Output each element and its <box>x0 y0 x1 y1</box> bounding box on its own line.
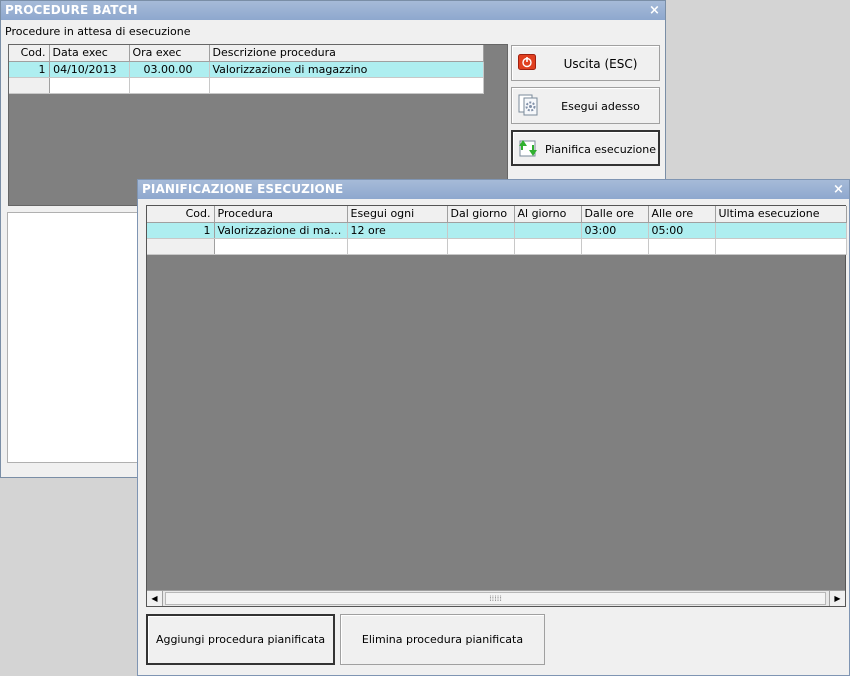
table-row-new[interactable] <box>9 77 484 94</box>
scroll-thumb[interactable]: ⁞⁞⁞⁞⁞ <box>165 592 826 605</box>
pianificazione-titlebar[interactable]: PIANIFICAZIONE ESECUZIONE × <box>138 180 849 199</box>
col-header-ora-exec[interactable]: Ora exec <box>129 45 210 62</box>
col-header-esegui-ogni[interactable]: Esegui ogni <box>347 206 448 223</box>
scroll-left-button[interactable]: ◀ <box>147 591 163 606</box>
col-header-procedura[interactable]: Procedura <box>214 206 348 223</box>
col-header-ultima-esecuzione[interactable]: Ultima esecuzione <box>715 206 847 223</box>
table-header-row: Cod. Procedura Esegui ogni Dal giorno Al… <box>147 206 847 223</box>
run-now-button-label: Esegui adesso <box>561 100 640 113</box>
col-header-al-giorno[interactable]: Al giorno <box>514 206 582 223</box>
schedule-button[interactable]: Pianifica esecuzione <box>511 130 660 166</box>
run-now-button[interactable]: Esegui adesso <box>511 87 660 124</box>
pending-procedures-table[interactable]: Cod. Data exec Ora exec Descrizione proc… <box>9 45 484 94</box>
cell-esegui-ogni[interactable]: 12 ore <box>347 222 448 239</box>
col-header-dalle-ore[interactable]: Dalle ore <box>581 206 649 223</box>
table-row[interactable]: 1 Valorizzazione di magazzino 12 ore 03:… <box>147 222 847 239</box>
cell-cod[interactable]: 1 <box>147 222 215 239</box>
cell-procedura[interactable]: Valorizzazione di magazzino <box>214 222 348 239</box>
cell-ora-exec[interactable]: 03.00.00 <box>129 61 210 78</box>
window-title: PIANIFICAZIONE ESECUZIONE <box>142 182 344 196</box>
cell-dalle-ore[interactable]: 03:00 <box>581 222 649 239</box>
power-icon <box>518 54 536 73</box>
schedule-grid-area[interactable]: Cod. Procedura Esegui ogni Dal giorno Al… <box>146 205 847 607</box>
scheduled-procedures-table[interactable]: Cod. Procedura Esegui ogni Dal giorno Al… <box>147 206 847 255</box>
cell-descrizione[interactable]: Valorizzazione di magazzino <box>209 61 484 78</box>
cell-cod[interactable]: 1 <box>9 61 50 78</box>
scroll-right-button[interactable]: ▶ <box>829 591 845 606</box>
procedure-batch-titlebar[interactable]: PROCEDURE BATCH × <box>1 1 665 20</box>
pianificazione-window: PIANIFICAZIONE ESECUZIONE × Cod. Procedu… <box>137 179 850 676</box>
schedule-button-label: Pianifica esecuzione <box>544 143 656 156</box>
exit-button-label: Uscita (ESC) <box>563 57 638 71</box>
table-header-row: Cod. Data exec Ora exec Descrizione proc… <box>9 45 484 62</box>
delete-scheduled-procedure-button[interactable]: Elimina procedura pianificata <box>340 614 545 665</box>
add-button-label: Aggiungi procedura pianificata <box>155 633 326 646</box>
col-header-data-exec[interactable]: Data exec <box>49 45 130 62</box>
col-header-dal-giorno[interactable]: Dal giorno <box>447 206 515 223</box>
close-icon[interactable]: × <box>649 1 660 20</box>
calendar-arrows-icon <box>516 136 540 163</box>
add-scheduled-procedure-button[interactable]: Aggiungi procedura pianificata <box>146 614 335 665</box>
pending-label: Procedure in attesa di esecuzione <box>5 25 191 38</box>
gears-document-icon <box>518 94 542 119</box>
horizontal-scrollbar[interactable]: ◀ ⁞⁞⁞⁞⁞ ▶ <box>147 590 845 606</box>
close-icon[interactable]: × <box>833 180 844 199</box>
cell-ultima-esecuzione[interactable] <box>715 222 847 239</box>
cell-alle-ore[interactable]: 05:00 <box>648 222 716 239</box>
col-header-cod[interactable]: Cod. <box>9 45 50 62</box>
delete-button-label: Elimina procedura pianificata <box>361 633 524 646</box>
col-header-alle-ore[interactable]: Alle ore <box>648 206 716 223</box>
col-header-cod[interactable]: Cod. <box>147 206 215 223</box>
col-header-descrizione[interactable]: Descrizione procedura <box>209 45 484 62</box>
exit-button[interactable]: Uscita (ESC) <box>511 45 660 81</box>
cell-data-exec[interactable]: 04/10/2013 <box>49 61 130 78</box>
cell-al-giorno[interactable] <box>514 222 582 239</box>
cell-dal-giorno[interactable] <box>447 222 515 239</box>
details-pane <box>7 212 147 463</box>
table-row[interactable]: 1 04/10/2013 03.00.00 Valorizzazione di … <box>9 61 484 78</box>
table-row-new[interactable] <box>147 238 847 255</box>
window-title: PROCEDURE BATCH <box>5 3 138 17</box>
